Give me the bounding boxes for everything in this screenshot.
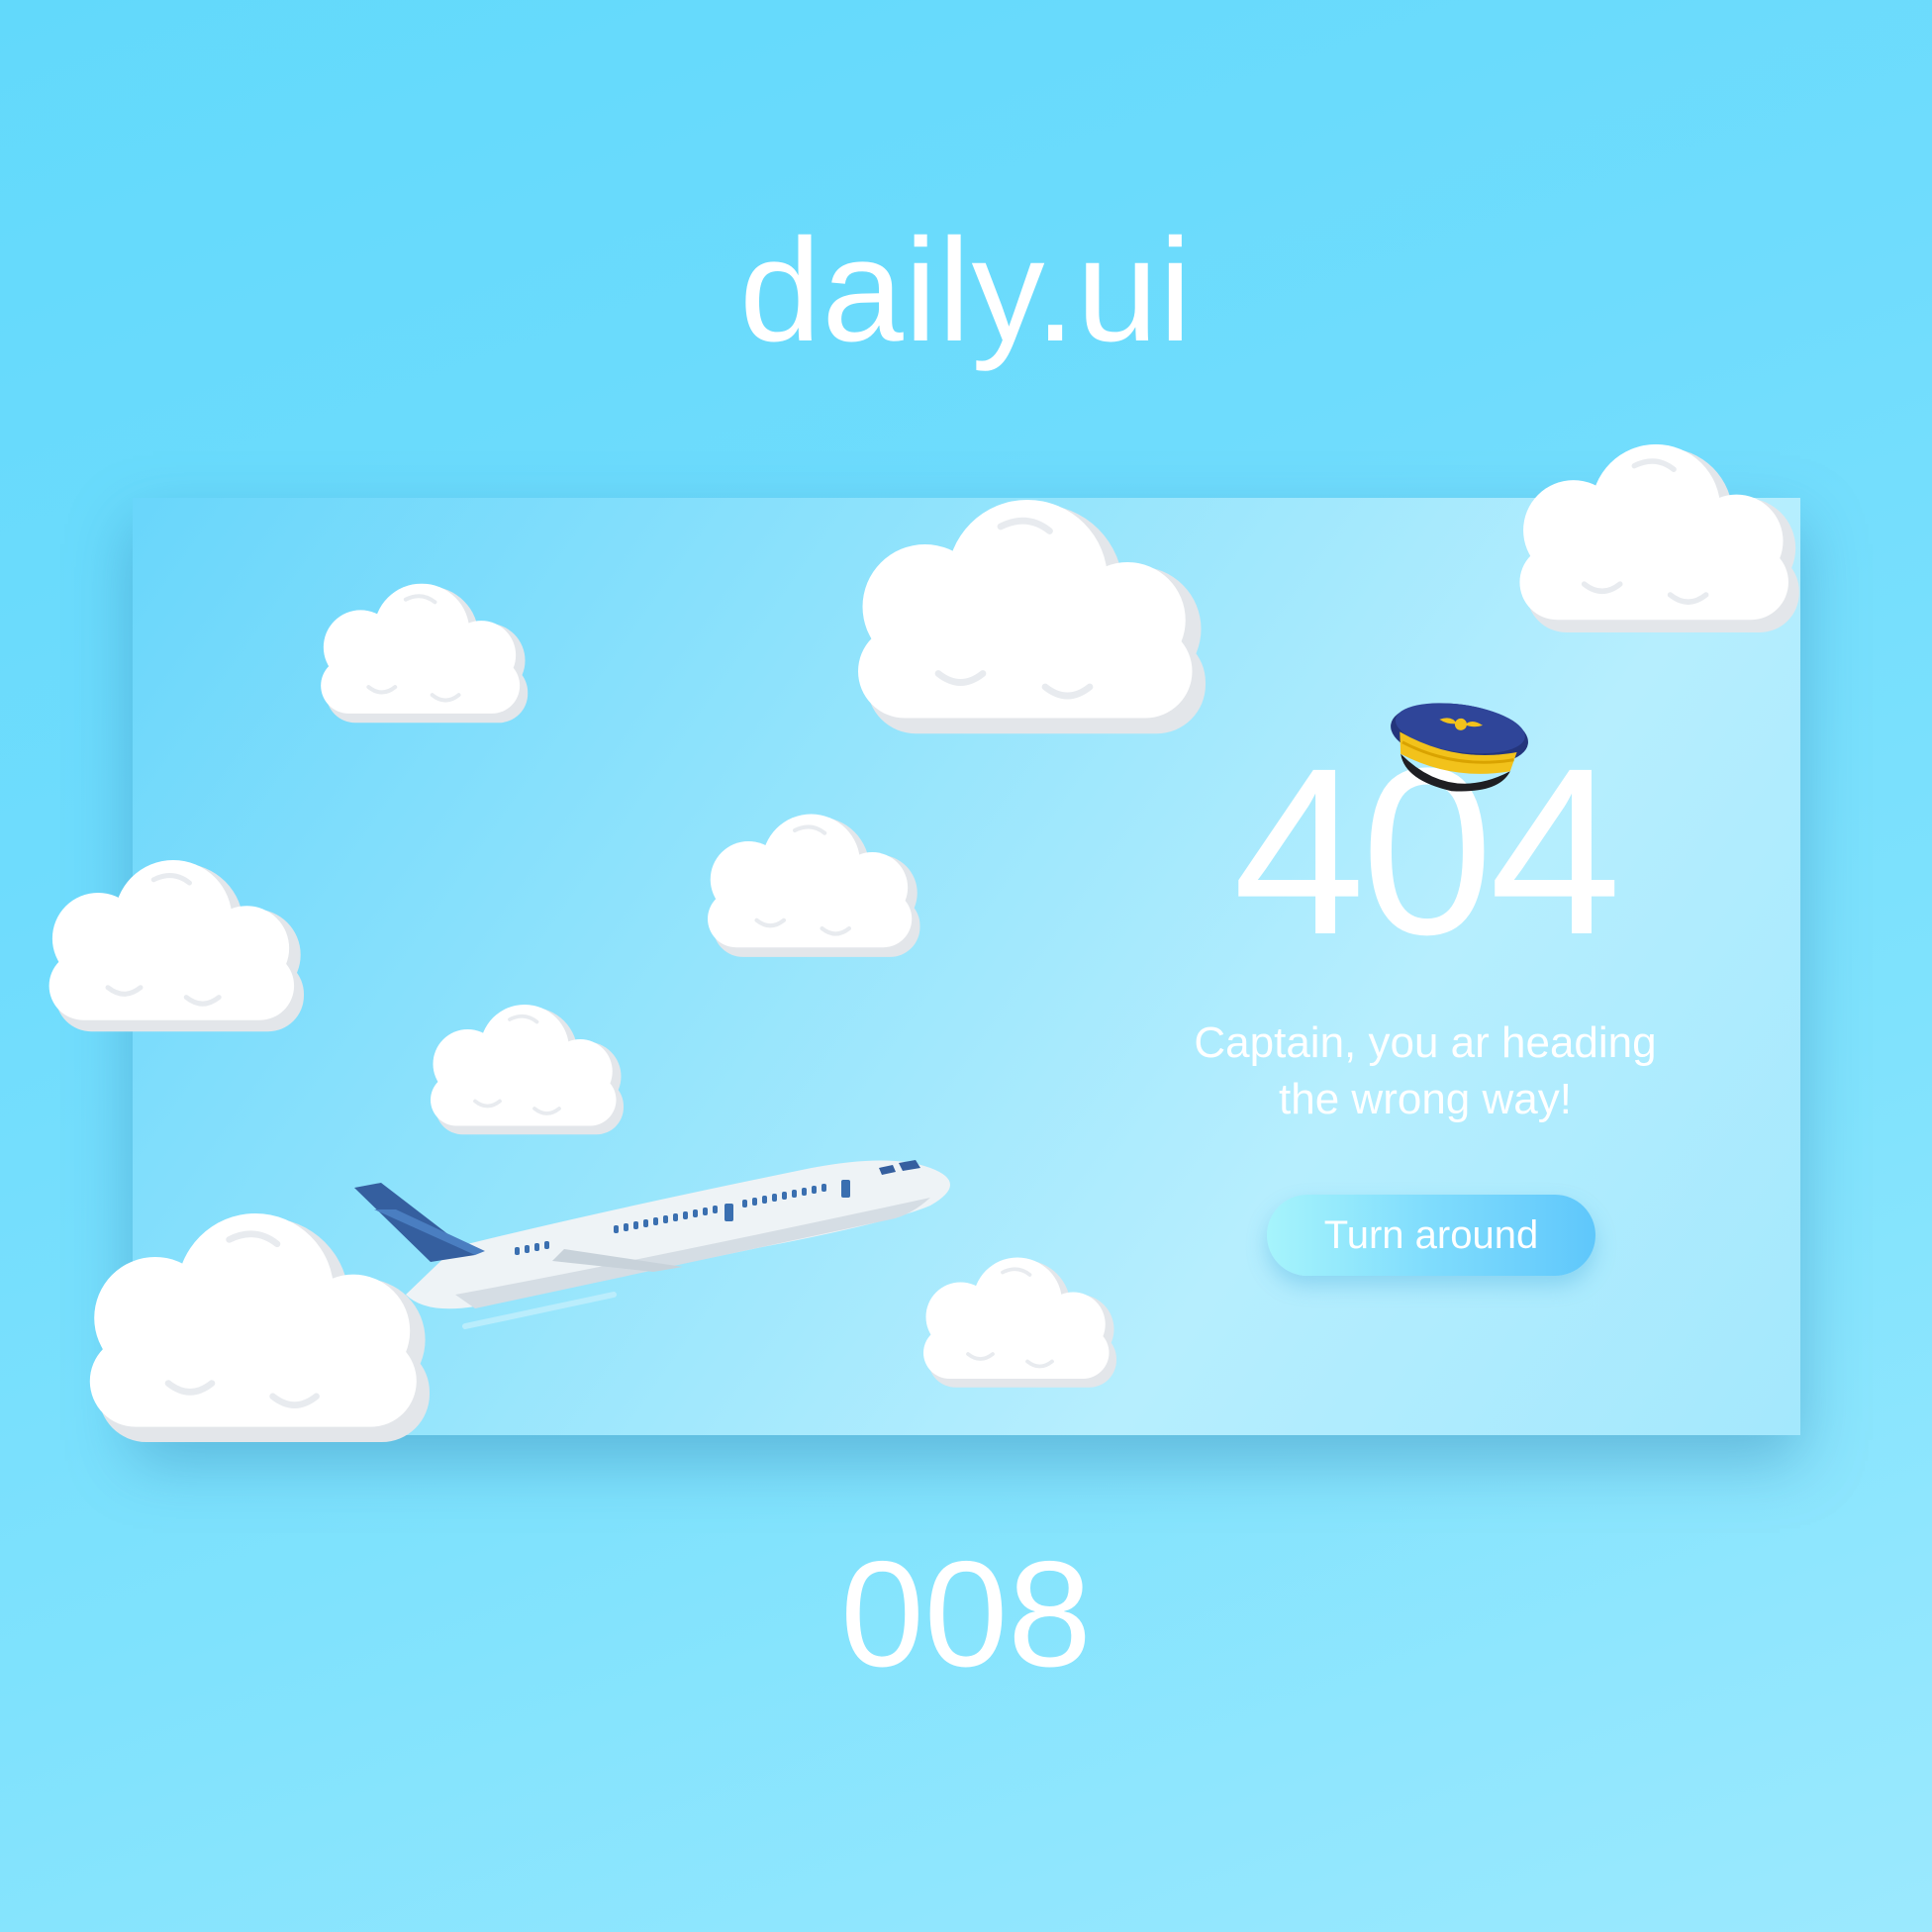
cloud-icon bbox=[802, 500, 1253, 767]
cloud-icon bbox=[10, 859, 337, 1057]
cloud-icon bbox=[894, 1255, 1141, 1408]
cloud-icon bbox=[38, 1206, 473, 1483]
issue-number: 008 bbox=[840, 1530, 1092, 1698]
cloud-icon bbox=[1477, 435, 1835, 668]
brand-title: daily.ui bbox=[739, 209, 1193, 372]
cloud-icon bbox=[675, 812, 947, 980]
cloud-icon bbox=[289, 579, 554, 747]
turn-around-button[interactable]: Turn around bbox=[1267, 1195, 1595, 1276]
cloud-icon bbox=[401, 1000, 648, 1158]
